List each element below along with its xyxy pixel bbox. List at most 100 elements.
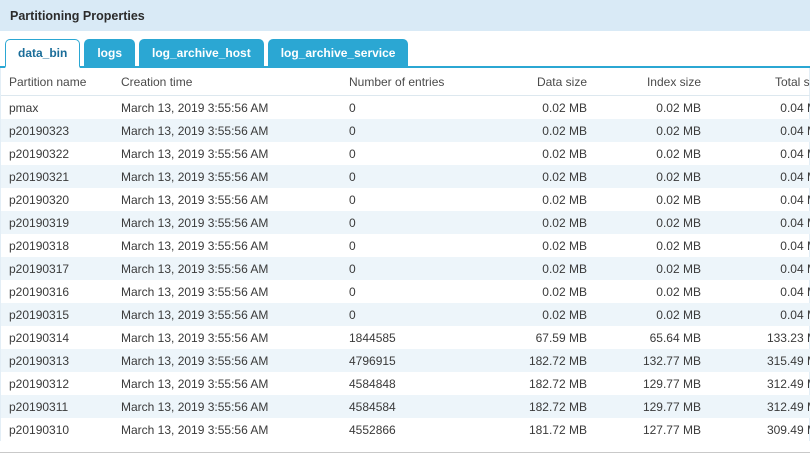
table-cell: 181.72 MB xyxy=(487,418,601,441)
table-cell: March 13, 2019 3:55:56 AM xyxy=(121,119,349,142)
table-cell: 309.49 MB xyxy=(715,418,810,441)
table-row[interactable]: p20190314March 13, 2019 3:55:56 AM184458… xyxy=(1,326,810,349)
column-header-partition-name: Partition name xyxy=(1,68,121,96)
table-cell: 0.02 MB xyxy=(487,96,601,120)
table-row[interactable]: p20190315March 13, 2019 3:55:56 AM00.02 … xyxy=(1,303,810,326)
table-cell: March 13, 2019 3:55:56 AM xyxy=(121,326,349,349)
table-cell: 0 xyxy=(349,119,487,142)
table-cell: 0.02 MB xyxy=(487,211,601,234)
table-cell: 67.59 MB xyxy=(487,326,601,349)
table-cell: 0.02 MB xyxy=(601,280,715,303)
table-cell: 312.49 MB xyxy=(715,372,810,395)
table-cell: 129.77 MB xyxy=(601,372,715,395)
table-cell: 0.02 MB xyxy=(601,303,715,326)
table-cell: March 13, 2019 3:55:56 AM xyxy=(121,257,349,280)
table-cell: 4584584 xyxy=(349,395,487,418)
column-header-data-size: Data size xyxy=(487,68,601,96)
table-cell: 0.04 MB xyxy=(715,119,810,142)
table-cell: 4552866 xyxy=(349,418,487,441)
table-cell: 0.02 MB xyxy=(487,165,601,188)
partitioning-properties-panel: Partitioning Properties data_binlogslog_… xyxy=(0,0,810,453)
table-cell: March 13, 2019 3:55:56 AM xyxy=(121,395,349,418)
tab-bar: data_binlogslog_archive_hostlog_archive_… xyxy=(0,31,810,68)
table-cell: p20190310 xyxy=(1,418,121,441)
table-cell: 0 xyxy=(349,165,487,188)
table-cell: 0.02 MB xyxy=(601,211,715,234)
table-cell: 0.04 MB xyxy=(715,188,810,211)
table-cell: 65.64 MB xyxy=(601,326,715,349)
table-cell: 0.02 MB xyxy=(487,303,601,326)
column-header-creation-time: Creation time xyxy=(121,68,349,96)
table-row[interactable]: p20190312March 13, 2019 3:55:56 AM458484… xyxy=(1,372,810,395)
column-header-index-size: Index size xyxy=(601,68,715,96)
table-row[interactable]: p20190321March 13, 2019 3:55:56 AM00.02 … xyxy=(1,165,810,188)
table-cell: 182.72 MB xyxy=(487,349,601,372)
tab-log_archive_host[interactable]: log_archive_host xyxy=(139,39,264,68)
table-cell: March 13, 2019 3:55:56 AM xyxy=(121,303,349,326)
table-cell: 315.49 MB xyxy=(715,349,810,372)
table-cell: March 13, 2019 3:55:56 AM xyxy=(121,280,349,303)
table-cell: March 13, 2019 3:55:56 AM xyxy=(121,372,349,395)
table-cell: 0 xyxy=(349,303,487,326)
table-cell: March 13, 2019 3:55:56 AM xyxy=(121,418,349,441)
table-cell: 0 xyxy=(349,142,487,165)
table-cell: 0 xyxy=(349,234,487,257)
table-cell: 182.72 MB xyxy=(487,372,601,395)
table-cell: 0.02 MB xyxy=(487,142,601,165)
table-cell: 0.02 MB xyxy=(601,142,715,165)
table-cell: 312.49 MB xyxy=(715,395,810,418)
table-row[interactable]: p20190317March 13, 2019 3:55:56 AM00.02 … xyxy=(1,257,810,280)
partitions-table: Partition nameCreation timeNumber of ent… xyxy=(1,68,810,441)
table-cell: pmax xyxy=(1,96,121,120)
table-cell: 182.72 MB xyxy=(487,395,601,418)
table-cell: p20190315 xyxy=(1,303,121,326)
table-cell: 0.02 MB xyxy=(487,234,601,257)
table-cell: March 13, 2019 3:55:56 AM xyxy=(121,165,349,188)
table-cell: 0.02 MB xyxy=(601,96,715,120)
table-cell: p20190317 xyxy=(1,257,121,280)
table-cell: 127.77 MB xyxy=(601,418,715,441)
table-row[interactable]: p20190316March 13, 2019 3:55:56 AM00.02 … xyxy=(1,280,810,303)
table-row[interactable]: p20190318March 13, 2019 3:55:56 AM00.02 … xyxy=(1,234,810,257)
table-row[interactable]: pmaxMarch 13, 2019 3:55:56 AM00.02 MB0.0… xyxy=(1,96,810,120)
table-cell: 1844585 xyxy=(349,326,487,349)
table-cell: p20190311 xyxy=(1,395,121,418)
table-cell: 0.02 MB xyxy=(487,119,601,142)
table-cell: p20190322 xyxy=(1,142,121,165)
table-cell: 0 xyxy=(349,188,487,211)
table-cell: March 13, 2019 3:55:56 AM xyxy=(121,96,349,120)
table-row[interactable]: p20190320March 13, 2019 3:55:56 AM00.02 … xyxy=(1,188,810,211)
table-body: pmaxMarch 13, 2019 3:55:56 AM00.02 MB0.0… xyxy=(1,96,810,442)
table-cell: 0.02 MB xyxy=(601,119,715,142)
table-cell: March 13, 2019 3:55:56 AM xyxy=(121,142,349,165)
table-cell: 0.04 MB xyxy=(715,280,810,303)
table-cell: 0 xyxy=(349,280,487,303)
table-cell: 0.02 MB xyxy=(601,257,715,280)
tab-log_archive_service[interactable]: log_archive_service xyxy=(268,39,409,68)
table-cell: p20190321 xyxy=(1,165,121,188)
table-cell: 0.04 MB xyxy=(715,96,810,120)
table-row[interactable]: p20190313March 13, 2019 3:55:56 AM479691… xyxy=(1,349,810,372)
table-row[interactable]: p20190322March 13, 2019 3:55:56 AM00.02 … xyxy=(1,142,810,165)
tab-logs[interactable]: logs xyxy=(84,39,135,68)
table-cell: 0.02 MB xyxy=(487,280,601,303)
table-cell: 0.04 MB xyxy=(715,211,810,234)
column-header-total-size: Total size xyxy=(715,68,810,96)
table-cell: 0.02 MB xyxy=(601,188,715,211)
table-cell: p20190323 xyxy=(1,119,121,142)
table-row[interactable]: p20190311March 13, 2019 3:55:56 AM458458… xyxy=(1,395,810,418)
table-cell: 0.04 MB xyxy=(715,165,810,188)
panel-title: Partitioning Properties xyxy=(0,0,810,31)
table-cell: p20190320 xyxy=(1,188,121,211)
table-cell: p20190318 xyxy=(1,234,121,257)
table-row[interactable]: p20190323March 13, 2019 3:55:56 AM00.02 … xyxy=(1,119,810,142)
table-cell: March 13, 2019 3:55:56 AM xyxy=(121,234,349,257)
table-cell: 0 xyxy=(349,211,487,234)
tab-data_bin[interactable]: data_bin xyxy=(5,39,80,68)
table-cell: 0.04 MB xyxy=(715,257,810,280)
table-cell: 4584848 xyxy=(349,372,487,395)
table-row[interactable]: p20190319March 13, 2019 3:55:56 AM00.02 … xyxy=(1,211,810,234)
table-cell: 0 xyxy=(349,96,487,120)
partitions-table-container: Partition nameCreation timeNumber of ent… xyxy=(0,68,810,441)
table-row[interactable]: p20190310March 13, 2019 3:55:56 AM455286… xyxy=(1,418,810,441)
